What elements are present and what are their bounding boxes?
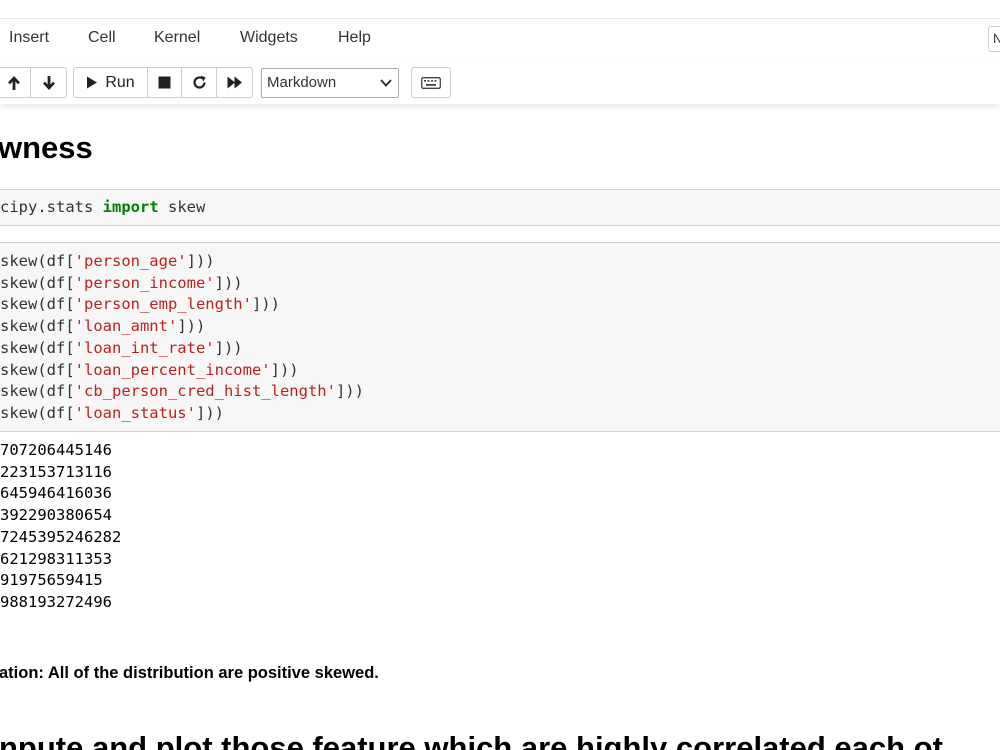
chevron-down-icon bbox=[380, 79, 392, 87]
arrow-down-icon bbox=[42, 75, 55, 90]
menu-kernel[interactable]: Kernel bbox=[154, 29, 200, 47]
output-line: 707206445146 bbox=[0, 441, 112, 459]
skew-code-line: skew(df['person_age'])) bbox=[0, 252, 215, 270]
skew-code-line: skew(df['loan_amnt'])) bbox=[0, 317, 206, 336]
fast-forward-icon bbox=[227, 76, 242, 89]
observation-text: ation: All of the distribution are posit… bbox=[0, 664, 379, 682]
output-line: 91975659415 bbox=[0, 571, 103, 590]
move-up-button[interactable] bbox=[0, 68, 31, 97]
jupyter-notebook-page: Insert Cell Kernel Widgets Help N bbox=[0, 0, 1000, 750]
play-icon bbox=[87, 76, 98, 89]
run-buttons-group: Run bbox=[73, 67, 253, 98]
notebook-container: wness cipy.stats import skew skew(df['pe… bbox=[0, 104, 1000, 750]
menu-widgets[interactable]: Widgets bbox=[240, 29, 298, 47]
command-palette-group bbox=[411, 67, 451, 98]
output-line: 645946416036 bbox=[0, 484, 112, 503]
menubar: Insert Cell Kernel Widgets Help N bbox=[0, 19, 1000, 59]
browser-top-strip bbox=[0, 0, 1000, 19]
menu-cell[interactable]: Cell bbox=[88, 29, 116, 47]
move-down-button[interactable] bbox=[31, 68, 66, 97]
move-buttons-group bbox=[0, 67, 67, 98]
output-line: 223153713116 bbox=[0, 462, 112, 481]
restart-button[interactable] bbox=[182, 68, 217, 97]
command-palette-button[interactable] bbox=[412, 68, 450, 97]
toolbar: Run Markdown bbox=[0, 60, 1000, 104]
output-line: 7245395246282 bbox=[0, 527, 122, 546]
next-section-heading: npute and plot those feature which are h… bbox=[0, 730, 943, 750]
run-button[interactable]: Run bbox=[74, 68, 148, 97]
skew-code-line: skew(df['loan_int_rate'])) bbox=[0, 338, 243, 357]
skew-code-cell[interactable]: skew(df['person_age'])) skew(df['person_i… bbox=[0, 242, 1000, 432]
output-line: 392290380654 bbox=[0, 506, 112, 525]
cell-type-value: Markdown bbox=[267, 74, 337, 91]
import-code-line: cipy.stats import skew bbox=[0, 198, 206, 216]
cell-type-select[interactable]: Markdown bbox=[261, 68, 399, 98]
import-code-cell[interactable]: cipy.stats import skew bbox=[0, 189, 1000, 226]
skew-code-line: skew(df['cb_person_cred_hist_length'])) bbox=[0, 382, 364, 401]
keyboard-icon bbox=[421, 76, 441, 89]
skew-code-line: skew(df['person_emp_length'])) bbox=[0, 295, 280, 314]
arrow-up-icon bbox=[7, 75, 20, 90]
menu-help[interactable]: Help bbox=[338, 29, 371, 47]
output-line: 988193272496 bbox=[0, 592, 112, 611]
stop-icon bbox=[158, 76, 171, 89]
restart-run-all-button[interactable] bbox=[217, 68, 252, 97]
output-line: 621298311353 bbox=[0, 549, 112, 568]
section-heading: wness bbox=[0, 130, 93, 165]
menu-insert[interactable]: Insert bbox=[9, 29, 49, 47]
skew-code-line: skew(df['loan_status'])) bbox=[0, 403, 224, 422]
skew-code-line: skew(df['person_income'])) bbox=[0, 273, 243, 292]
run-button-label: Run bbox=[105, 73, 135, 91]
restart-icon bbox=[192, 75, 206, 89]
interrupt-button[interactable] bbox=[148, 68, 182, 97]
skew-code-line: skew(df['loan_percent_income'])) bbox=[0, 360, 299, 379]
kernel-indicator[interactable]: N bbox=[988, 26, 1000, 52]
